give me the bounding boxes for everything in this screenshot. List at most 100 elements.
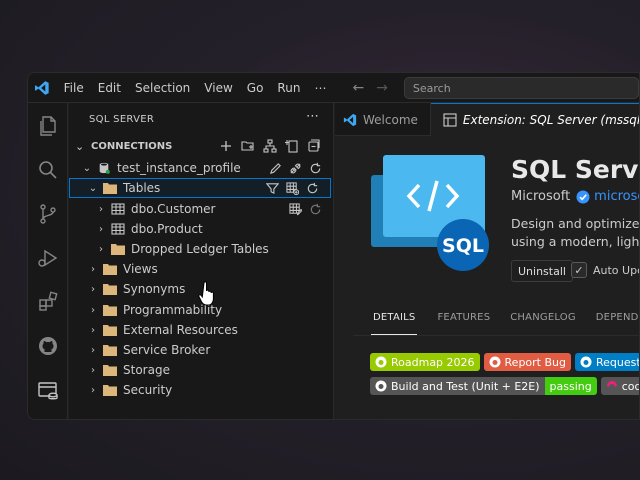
tree-row-folder[interactable]: › Security <box>69 380 334 400</box>
sidebar-title: SQL SERVER <box>89 114 155 125</box>
command-center-search[interactable]: Search <box>403 76 639 99</box>
vscode-icon <box>343 113 357 126</box>
refresh-icon[interactable] <box>306 201 324 217</box>
checkmark-icon[interactable]: ✓ <box>571 262 587 278</box>
search-icon[interactable] <box>36 158 60 182</box>
tree-row-table[interactable]: › dbo.Product <box>69 219 334 239</box>
tab-features[interactable]: FEATURES <box>437 308 490 335</box>
github-icon[interactable] <box>36 334 60 358</box>
folder-icon <box>103 283 117 295</box>
chevron-right-icon[interactable]: › <box>95 224 107 235</box>
chevron-right-icon[interactable]: › <box>87 305 99 316</box>
publisher-row: Microsoft microsoft. <box>511 189 639 204</box>
sql-server-icon[interactable] <box>36 378 60 402</box>
github-icon <box>580 356 592 368</box>
tab-details[interactable]: DETAILS <box>371 308 418 335</box>
extension-detail-tabs: DETAILS FEATURES CHANGELOG DEPENDENCIES <box>353 308 639 336</box>
badge-label: Build and Test (Unit + E2E) <box>391 379 540 393</box>
chevron-right-icon[interactable]: › <box>87 365 99 376</box>
sidebar-more-icon[interactable]: ⋯ <box>306 109 319 124</box>
chevron-right-icon[interactable]: › <box>95 244 107 255</box>
edit-connection-icon[interactable] <box>266 160 284 176</box>
folder-icon <box>103 364 117 376</box>
tree-item-label: Storage <box>123 363 170 377</box>
tree-row-connection[interactable]: ⌄ test_instance_profile <box>69 158 334 178</box>
new-table-icon[interactable] <box>283 180 301 196</box>
tree-item-label: Security <box>123 383 173 397</box>
tab-label: Welcome <box>363 112 418 127</box>
tab-welcome[interactable]: Welcome <box>335 103 431 136</box>
menu-run[interactable]: Run <box>277 81 300 95</box>
roadmap-badge[interactable]: Roadmap 2026 <box>370 353 480 371</box>
tree-item-label: Dropped Ledger Tables <box>131 242 269 256</box>
editor-area: Welcome Extension: SQL Server (mssql) SQ… <box>335 103 639 419</box>
tab-label: Extension: SQL Server (mssql) <box>462 113 640 127</box>
tree-row-folder[interactable]: › Storage <box>69 360 334 380</box>
extensions-icon[interactable] <box>36 290 60 314</box>
schema-designer-icon[interactable] <box>259 137 281 155</box>
badge-label: Report Bug <box>504 355 566 369</box>
back-arrow-icon[interactable]: ← <box>352 80 364 96</box>
tree-row-table[interactable]: › dbo.Customer <box>69 199 334 219</box>
tree-item-label: Tables <box>123 181 161 195</box>
request-feature-badge[interactable]: Request Fea <box>575 353 639 371</box>
chevron-right-icon[interactable]: › <box>87 284 99 295</box>
tree-item-label: dbo.Product <box>131 222 203 236</box>
publisher-name[interactable]: Microsoft <box>511 189 570 204</box>
badge-row: Build and Test (Unit + E2E) passing code… <box>370 377 639 395</box>
report-bug-badge[interactable]: Report Bug <box>483 353 571 371</box>
chevron-right-icon[interactable]: › <box>87 264 99 275</box>
chevron-down-icon[interactable]: ⌄ <box>87 183 99 194</box>
refresh-icon[interactable] <box>306 160 324 176</box>
uninstall-button[interactable]: Uninstall <box>511 260 573 282</box>
chevron-right-icon[interactable]: › <box>95 204 107 215</box>
tree-row-tables[interactable]: ⌄ Tables <box>69 178 331 198</box>
tree-item-label: Synonyms <box>123 282 186 296</box>
extension-page-icon <box>443 113 457 127</box>
tree-row-folder[interactable]: › Service Broker <box>69 340 334 360</box>
folder-icon <box>103 344 117 356</box>
publisher-domain-link[interactable]: microsoft. <box>594 189 639 204</box>
auto-update-checkbox[interactable]: ✓ Auto Upda <box>571 262 639 278</box>
explorer-icon[interactable] <box>36 114 60 138</box>
vscode-window: File Edit Selection View Go Run ⋯ ← → Se… <box>27 72 640 420</box>
chevron-right-icon[interactable]: › <box>87 325 99 336</box>
forward-arrow-icon[interactable]: → <box>376 80 388 96</box>
filter-icon[interactable] <box>263 180 281 196</box>
tab-dependencies[interactable]: DEPENDENCIES <box>596 308 639 335</box>
edit-data-icon[interactable] <box>286 201 304 217</box>
chevron-down-icon[interactable]: ⌄ <box>75 140 85 153</box>
folder-icon <box>103 384 117 396</box>
menu-go[interactable]: Go <box>247 81 264 95</box>
chevron-right-icon[interactable]: › <box>87 345 99 356</box>
description-line: using a modern, lightw <box>511 234 640 249</box>
tab-extension-sql-server[interactable]: Extension: SQL Server (mssql) <box>430 103 640 136</box>
tree-row-folder[interactable]: › Dropped Ledger Tables <box>69 239 334 259</box>
tree-item-label: dbo.Customer <box>131 202 216 216</box>
new-folder-icon[interactable] <box>237 137 259 155</box>
build-test-badge[interactable]: Build and Test (Unit + E2E) passing <box>370 377 597 395</box>
add-connection-icon[interactable] <box>215 137 237 155</box>
collapse-all-icon[interactable] <box>303 137 325 155</box>
tree-row-folder[interactable]: › External Resources <box>69 320 334 340</box>
run-debug-icon[interactable] <box>36 246 60 270</box>
menu-edit[interactable]: Edit <box>98 81 121 95</box>
disconnect-icon[interactable] <box>286 160 304 176</box>
chevron-right-icon[interactable]: › <box>87 385 99 396</box>
tree-item-label: External Resources <box>123 323 238 337</box>
chevron-down-icon[interactable]: ⌄ <box>81 163 93 174</box>
codecov-badge[interactable]: codeco <box>600 377 639 395</box>
tab-changelog[interactable]: CHANGELOG <box>510 308 576 335</box>
github-icon <box>489 356 501 368</box>
menu-view[interactable]: View <box>204 81 232 95</box>
tree-row-folder[interactable]: › Views <box>69 259 334 279</box>
connections-section-header[interactable]: ⌄ CONNECTIONS <box>69 137 333 155</box>
new-query-icon[interactable] <box>281 137 303 155</box>
menu-more[interactable]: ⋯ <box>314 81 326 95</box>
source-control-icon[interactable] <box>36 202 60 226</box>
menu-file[interactable]: File <box>64 81 84 95</box>
badge-row: Roadmap 2026 Report Bug Request Fea <box>370 353 639 371</box>
vscode-logo-icon <box>34 80 49 95</box>
menu-selection[interactable]: Selection <box>135 81 190 95</box>
refresh-icon[interactable] <box>303 180 321 196</box>
